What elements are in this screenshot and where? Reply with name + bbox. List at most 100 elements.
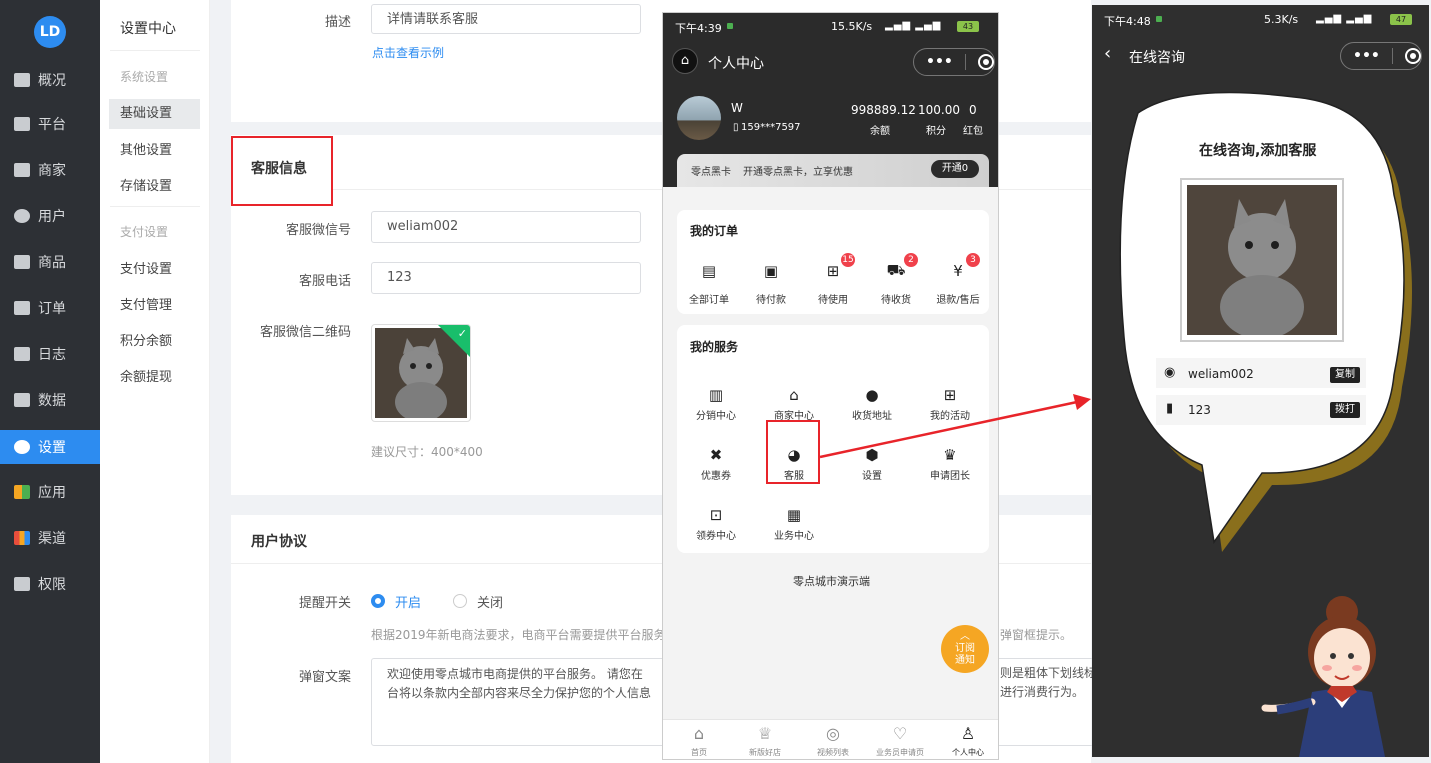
nav-item-merchant[interactable]: 商家 <box>0 153 100 187</box>
highlight-box <box>231 136 333 206</box>
coupon-icon[interactable]: ✖ <box>706 445 726 465</box>
nav-item-channel[interactable]: 渠道 <box>0 521 100 555</box>
phone-small-icon: ▯ <box>733 122 739 133</box>
stat-redpacket-value[interactable]: 0 <box>969 103 977 117</box>
tab-planet-icon[interactable]: ◎ <box>823 723 843 743</box>
chevron-up-icon: ︿ <box>960 631 970 642</box>
remind-hint: 根据2019年新电商法要求，电商平台需要提供平台服务 <box>371 628 666 642</box>
nav-item-log[interactable]: 日志 <box>0 337 100 371</box>
avatar[interactable] <box>677 96 721 140</box>
stat-balance-value[interactable]: 998889.12 <box>851 103 916 117</box>
phone-personal-center: 下午4:39 15.5K/s ▂▄▆ ▂▄▆ 43 ⌂ 个人中心 ••• W ▯… <box>662 12 999 760</box>
subnav-item-basic[interactable]: 基础设置 <box>109 99 200 129</box>
divider <box>110 50 200 51</box>
doc-icon[interactable]: ▤ <box>699 261 719 281</box>
order-item-label[interactable]: 待收货 <box>866 291 926 306</box>
briefcase-icon[interactable]: ▦ <box>784 505 804 525</box>
nav-item-settings[interactable]: 设置 <box>0 430 100 464</box>
tab-label[interactable]: 个人中心 <box>938 747 998 758</box>
back-icon[interactable]: ‹ <box>1104 43 1111 64</box>
more-icon[interactable]: ••• <box>926 54 953 70</box>
subnav-item-pay-settings[interactable]: 支付设置 <box>109 255 200 285</box>
monitor-icon <box>14 117 30 131</box>
nav-item-orders[interactable]: 订单 <box>0 291 100 325</box>
vip-card-name: 零点黑卡 <box>691 167 731 178</box>
tab-crown-icon[interactable]: ♕ <box>755 723 775 743</box>
phone-input[interactable]: 123 <box>371 262 641 294</box>
tab-label[interactable]: 业务员申请页 <box>870 747 930 758</box>
lock-icon <box>14 577 30 591</box>
vip-open-button[interactable]: 开通0 <box>931 160 979 178</box>
tab-label[interactable]: 新版好店 <box>735 747 795 758</box>
apps-icon <box>14 485 30 499</box>
nav-item-goods[interactable]: 商品 <box>0 245 100 279</box>
truck-icon[interactable]: ⛟ <box>886 261 906 281</box>
subscribe-button[interactable]: ︿ 订阅 通知 <box>941 625 989 673</box>
qr-code-image[interactable] <box>1180 178 1344 342</box>
call-button[interactable]: 拨打 <box>1330 402 1360 418</box>
remind-on-radio[interactable] <box>371 594 385 608</box>
order-item-label[interactable]: 待付款 <box>741 291 801 306</box>
tab-heart-icon[interactable]: ♡ <box>890 723 910 743</box>
mini-program-capsule[interactable]: ••• <box>913 48 995 76</box>
divider <box>110 206 200 207</box>
subnav-group-payment: 支付设置 <box>120 225 169 239</box>
nav-item-permission[interactable]: 权限 <box>0 567 100 601</box>
close-circle-icon[interactable] <box>977 54 994 70</box>
shop-icon[interactable]: ⌂ <box>784 385 804 405</box>
subnav-item-pay-manage[interactable]: 支付管理 <box>109 291 200 321</box>
service-item-label[interactable]: 分销中心 <box>686 407 746 422</box>
remind-on-label[interactable]: 开启 <box>395 592 421 611</box>
more-icon[interactable]: ••• <box>1353 48 1380 64</box>
clipboard-icon <box>14 301 30 315</box>
order-item-label[interactable]: 待使用 <box>803 291 863 306</box>
subnav-item-withdraw[interactable]: 余额提现 <box>109 363 200 393</box>
highlight-box <box>766 420 820 484</box>
copy-button[interactable]: 复制 <box>1330 367 1360 383</box>
signal-icon: ▂▄▆ ▂▄▆ <box>885 20 942 31</box>
wechat-status-icon <box>727 23 733 29</box>
status-speed: 5.3K/s <box>1264 13 1299 26</box>
wechat-input[interactable]: weliam002 <box>371 211 641 243</box>
nav-item-user[interactable]: 用户 <box>0 199 100 233</box>
remind-off-label[interactable]: 关闭 <box>477 592 503 611</box>
nav-item-platform[interactable]: 平台 <box>0 107 100 141</box>
order-item-label[interactable]: 退款/售后 <box>928 291 988 306</box>
nav-item-data[interactable]: 数据 <box>0 383 100 417</box>
subnav-item-other[interactable]: 其他设置 <box>109 136 200 166</box>
page-title: 个人中心 <box>708 56 764 72</box>
service-item-label[interactable]: 领券中心 <box>686 527 746 542</box>
subnav-item-storage[interactable]: 存储设置 <box>109 172 200 202</box>
service-item-label[interactable]: 优惠券 <box>686 467 746 482</box>
mini-program-capsule[interactable]: ••• <box>1340 42 1422 70</box>
nav-item-overview[interactable]: 概况 <box>0 63 100 97</box>
description-input[interactable]: 详情请联系客服 <box>371 4 641 34</box>
yen-icon[interactable]: ¥ <box>948 261 968 281</box>
nav-item-apps[interactable]: 应用 <box>0 475 100 509</box>
home-icon[interactable]: ⌂ <box>672 48 698 74</box>
tab-label[interactable]: 视频列表 <box>803 747 863 758</box>
tab-user-icon[interactable]: ♙ <box>958 723 978 743</box>
user-name: W <box>731 101 743 115</box>
subnav-item-points[interactable]: 积分余额 <box>109 327 200 357</box>
tab-label[interactable]: 首页 <box>669 747 729 758</box>
wallet-icon[interactable]: ▣ <box>761 261 781 281</box>
remind-off-radio[interactable] <box>453 594 467 608</box>
building-icon[interactable]: ▥ <box>706 385 726 405</box>
home-icon[interactable]: ⌂ <box>689 723 709 743</box>
settings-subnav: 设置中心 系统设置 基础设置 其他设置 存储设置 支付设置 支付设置 支付管理 … <box>100 0 210 763</box>
close-circle-icon[interactable] <box>1404 48 1421 64</box>
subnav-group-system: 系统设置 <box>120 70 169 84</box>
qr-image-upload[interactable]: ✓ <box>371 324 471 422</box>
service-item-label[interactable]: 业务中心 <box>764 527 824 542</box>
count-badge: 2 <box>904 253 918 267</box>
wechat-icon: ◉ <box>1164 365 1176 380</box>
gift-icon[interactable]: ⊞ <box>823 261 843 281</box>
signal-icon: ▂▄▆ ▂▄▆ <box>1316 13 1373 24</box>
remind-label: 提醒开关 <box>298 596 351 611</box>
bag-icon[interactable]: ⊡ <box>706 505 726 525</box>
dashboard-icon <box>14 73 30 87</box>
order-item-label[interactable]: 全部订单 <box>679 291 739 306</box>
example-link[interactable]: 点击查看示例 <box>372 44 444 61</box>
stat-points-value[interactable]: 100.00 <box>918 103 960 117</box>
